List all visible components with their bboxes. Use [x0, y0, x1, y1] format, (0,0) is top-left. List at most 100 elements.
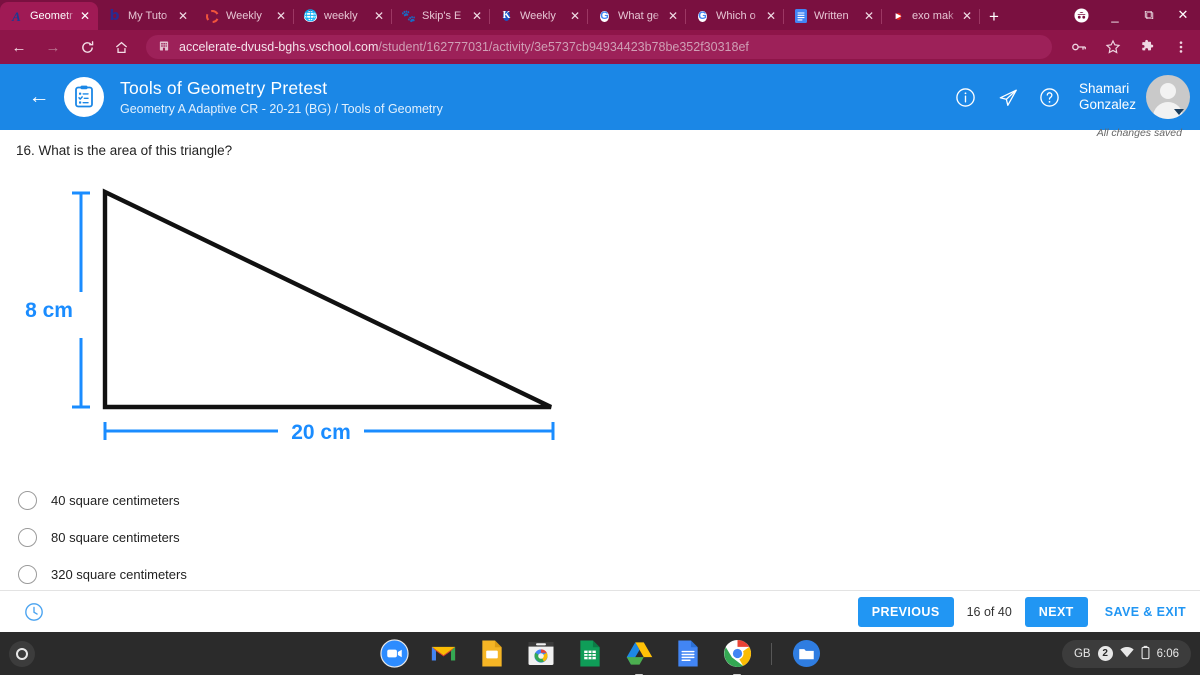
user-initials: GB: [1073, 647, 1091, 660]
tab-title: weekly: [324, 10, 358, 22]
close-tab-icon[interactable]: ✕: [568, 9, 582, 23]
browser-tab[interactable]: 🌐 weekly ✕: [294, 2, 392, 30]
shelf-divider: [771, 642, 772, 665]
user-name[interactable]: Shamari Gonzalez: [1079, 81, 1136, 113]
question-prompt: 16. What is the area of this triangle?: [16, 143, 233, 158]
zoom-app-icon[interactable]: [379, 639, 409, 669]
page-counter: 16 of 40: [966, 604, 1012, 619]
browser-tab[interactable]: 🐾 Skip's E ✕: [392, 2, 490, 30]
browser-window: A Geometr ✕ b My Tuto ✕ Weekly ✕ 🌐 weekly ✕ 🐾 Skip…: [0, 0, 1200, 675]
browser-tab[interactable]: G Which o ✕: [686, 2, 784, 30]
omnibox-actions: [1060, 32, 1200, 62]
close-tab-icon[interactable]: ✕: [78, 9, 92, 23]
page-title: Tools of Geometry Pretest: [120, 78, 328, 98]
minimize-button[interactable]: _: [1098, 0, 1132, 30]
info-icon[interactable]: [955, 86, 977, 108]
launcher-icon[interactable]: [9, 640, 35, 667]
clipboard-checklist-icon: [64, 77, 104, 117]
activity-action-bar: PREVIOUS 16 of 40 NEXT SAVE & EXIT: [0, 590, 1200, 632]
close-tab-icon[interactable]: ✕: [274, 9, 288, 23]
next-button[interactable]: NEXT: [1024, 596, 1088, 627]
header-back-button[interactable]: ←: [16, 85, 62, 109]
close-tab-icon[interactable]: ✕: [372, 9, 386, 23]
radio-button[interactable]: [18, 528, 37, 547]
chrome-app-icon[interactable]: [722, 639, 752, 675]
tab-list: A Geometr ✕ b My Tuto ✕ Weekly ✕ 🌐 weekly ✕ 🐾 Skip…: [0, 0, 980, 30]
close-tab-icon[interactable]: ✕: [764, 9, 778, 23]
close-tab-icon[interactable]: ✕: [176, 9, 190, 23]
google-icon: G: [600, 9, 609, 22]
url-host: accelerate-dvusd-bghs.vschool.com: [179, 40, 379, 54]
shelf-app-list: [379, 639, 821, 675]
help-icon[interactable]: [1039, 86, 1061, 108]
maximize-button[interactable]: ⧉: [1132, 0, 1166, 30]
home-icon[interactable]: [106, 32, 136, 62]
avatar[interactable]: [1146, 75, 1190, 119]
google-docs-app-icon[interactable]: [673, 639, 703, 669]
close-window-button[interactable]: ✕: [1166, 0, 1200, 30]
app-header: ← Tools of Geometry Pretest Geometry A A…: [0, 64, 1200, 130]
globe-icon: 🌐: [303, 9, 318, 22]
files-app-icon[interactable]: [791, 639, 821, 669]
address-bar[interactable]: accelerate-dvusd-bghs.vschool.com/studen…: [146, 35, 1052, 59]
clock-icon[interactable]: [24, 602, 44, 622]
answer-option-label: 40 square centimeters: [51, 493, 180, 508]
google-sheets-app-icon[interactable]: [575, 639, 605, 669]
browser-tab[interactable]: ▶ exo mak ✕: [882, 2, 980, 30]
star-icon[interactable]: [1098, 32, 1128, 62]
tab-title: Which o: [716, 10, 756, 22]
clock-time: 6:06: [1156, 647, 1179, 660]
forward-icon[interactable]: →: [38, 32, 68, 62]
previous-button[interactable]: PREVIOUS: [857, 596, 954, 627]
url-path: /student/162777031/activity/3e5737cb9493…: [378, 40, 749, 54]
tab-title: exo mak: [912, 10, 954, 22]
answer-option-label: 80 square centimeters: [51, 530, 180, 545]
answer-option-label: 320 square centimeters: [51, 567, 187, 582]
google-docs-icon: [793, 9, 808, 24]
tab-strip: A Geometr ✕ b My Tuto ✕ Weekly ✕ 🌐 weekly ✕ 🐾 Skip…: [0, 0, 1200, 30]
window-controls: _ ⧉ ✕: [1064, 0, 1200, 30]
google-slides-app-icon[interactable]: [477, 639, 507, 669]
close-tab-icon[interactable]: ✕: [666, 9, 680, 23]
chevron-down-icon[interactable]: [1174, 109, 1184, 115]
close-tab-icon[interactable]: ✕: [960, 9, 974, 23]
chrome-web-store-app-icon[interactable]: [526, 639, 556, 669]
tab-title: Weekly: [520, 10, 556, 22]
three-dot-menu-icon[interactable]: [1166, 32, 1196, 62]
radio-button[interactable]: [18, 565, 37, 584]
save-and-exit-button[interactable]: SAVE & EXIT: [1105, 605, 1186, 619]
answer-option[interactable]: 320 square centimeters: [18, 556, 187, 593]
browser-tab[interactable]: G What ge ✕: [588, 2, 686, 30]
system-status-area[interactable]: GB 2 6:06: [1061, 639, 1191, 668]
incognito-avatar-icon[interactable]: [1064, 0, 1098, 30]
puzzle-icon[interactable]: [1132, 32, 1162, 62]
script-a-icon: A: [12, 8, 21, 24]
reload-icon[interactable]: [72, 32, 102, 62]
browser-tab[interactable]: A Geometr ✕: [0, 2, 98, 30]
close-tab-icon[interactable]: ✕: [470, 9, 484, 23]
header-text-block: Tools of Geometry Pretest Geometry A Ada…: [120, 78, 955, 116]
google-drive-app-icon[interactable]: [624, 639, 654, 675]
browser-tab[interactable]: Written ✕: [784, 2, 882, 30]
close-tab-icon[interactable]: ✕: [862, 9, 876, 23]
save-status-text: All changes saved: [1096, 127, 1182, 139]
key-icon[interactable]: [1064, 32, 1094, 62]
back-icon[interactable]: ←: [4, 32, 34, 62]
new-tab-button[interactable]: +: [980, 2, 1008, 30]
browser-toolbar: ← → accelerate-dvusd-bghs.vschool.com/st…: [0, 30, 1200, 64]
radio-button[interactable]: [18, 491, 37, 510]
avatar-head: [1160, 83, 1176, 99]
answer-options: 40 square centimeters 80 square centimete…: [18, 482, 187, 593]
paw-print-icon: 🐾: [401, 9, 416, 23]
answer-option[interactable]: 80 square centimeters: [18, 519, 187, 556]
send-icon[interactable]: [997, 86, 1019, 108]
answer-option[interactable]: 40 square centimeters: [18, 482, 187, 519]
tab-title: What ge: [618, 10, 659, 22]
site-building-icon: [156, 40, 171, 55]
height-label: 8 cm: [25, 299, 73, 322]
gmail-app-icon[interactable]: [428, 639, 458, 669]
browser-tab[interactable]: b My Tuto ✕: [98, 2, 196, 30]
browser-tab[interactable]: Weekly ✕: [196, 2, 294, 30]
browser-tab[interactable]: K Weekly ✕: [490, 2, 588, 30]
dashed-ring-icon: [205, 9, 220, 24]
